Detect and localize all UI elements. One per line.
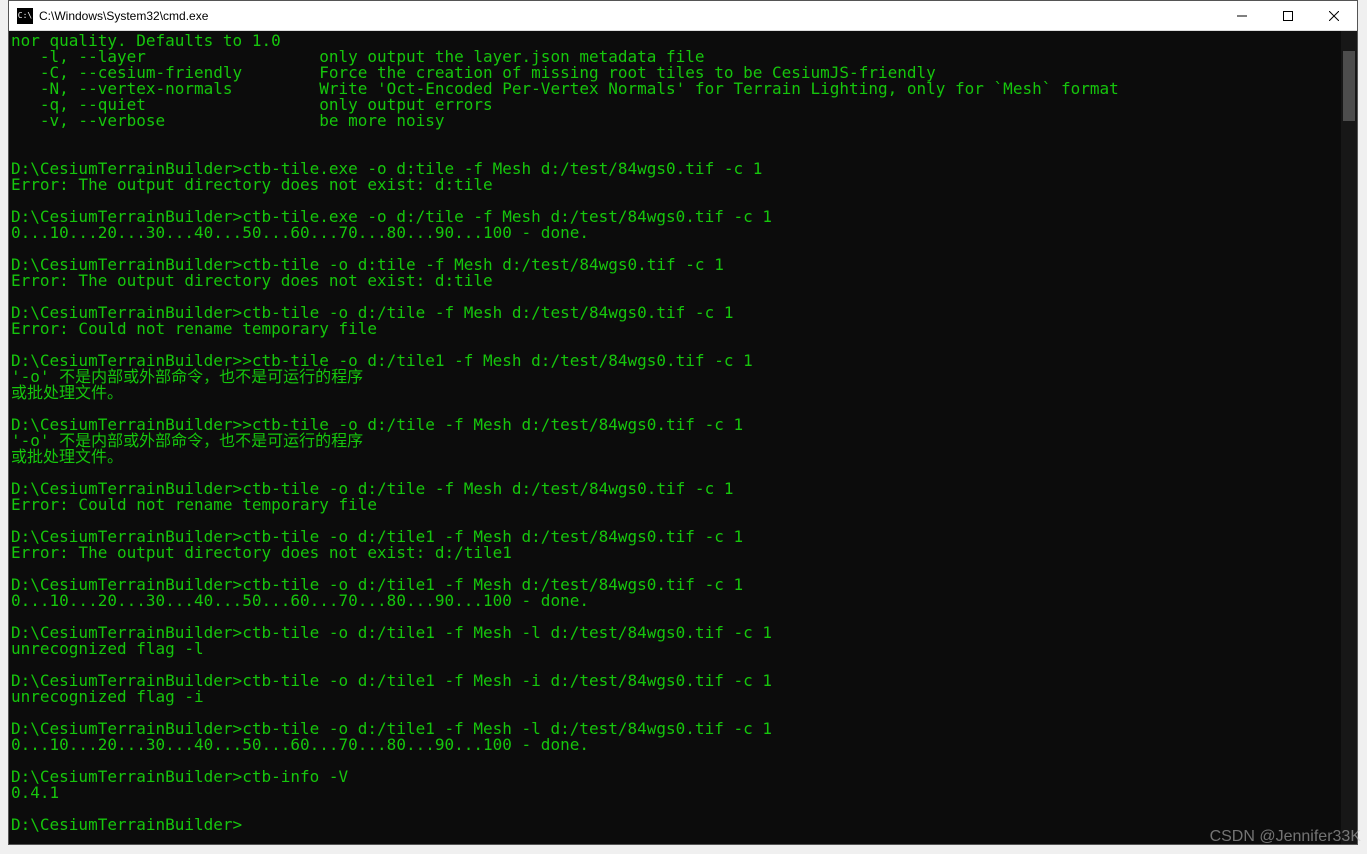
terminal-line: unrecognized flag -l [11, 641, 1341, 657]
terminal-line: '-o' 不是内部或外部命令，也不是可运行的程序 [11, 369, 1341, 385]
window-title: C:\Windows\System32\cmd.exe [39, 9, 1219, 23]
terminal-line: 0...10...20...30...40...50...60...70...8… [11, 593, 1341, 609]
terminal-line [11, 129, 1341, 145]
terminal-line: D:\CesiumTerrainBuilder>ctb-info -V [11, 769, 1341, 785]
terminal-line: Error: The output directory does not exi… [11, 545, 1341, 561]
cmd-window: C:\ C:\Windows\System32\cmd.exe nor qual… [8, 0, 1358, 845]
cmd-icon: C:\ [17, 8, 33, 24]
terminal-line: 0...10...20...30...40...50...60...70...8… [11, 225, 1341, 241]
window-controls [1219, 1, 1357, 30]
terminal-line: D:\CesiumTerrainBuilder>ctb-tile -o d:/t… [11, 625, 1341, 641]
terminal-line: Error: Could not rename temporary file [11, 321, 1341, 337]
close-button[interactable] [1311, 1, 1357, 30]
terminal-output[interactable]: nor quality. Defaults to 1.0 -l, --layer… [9, 31, 1341, 844]
scrollbar-thumb[interactable] [1343, 51, 1355, 121]
terminal-line: unrecognized flag -i [11, 689, 1341, 705]
terminal-line: D:\CesiumTerrainBuilder> [11, 817, 1341, 833]
terminal-line: Error: The output directory does not exi… [11, 273, 1341, 289]
terminal-line: 或批处理文件。 [11, 449, 1341, 465]
minimize-icon [1237, 11, 1247, 21]
titlebar[interactable]: C:\ C:\Windows\System32\cmd.exe [9, 1, 1357, 31]
terminal-line: '-o' 不是内部或外部命令，也不是可运行的程序 [11, 433, 1341, 449]
maximize-button[interactable] [1265, 1, 1311, 30]
maximize-icon [1283, 11, 1293, 21]
terminal-line: 或批处理文件。 [11, 385, 1341, 401]
terminal-line: D:\CesiumTerrainBuilder>ctb-tile -o d:/t… [11, 673, 1341, 689]
vertical-scrollbar[interactable] [1341, 31, 1357, 844]
terminal-line: Error: The output directory does not exi… [11, 177, 1341, 193]
terminal-line: -v, --verbose be more noisy [11, 113, 1341, 129]
minimize-button[interactable] [1219, 1, 1265, 30]
terminal-area[interactable]: nor quality. Defaults to 1.0 -l, --layer… [9, 31, 1357, 844]
terminal-line: 0...10...20...30...40...50...60...70...8… [11, 737, 1341, 753]
terminal-line: Error: Could not rename temporary file [11, 497, 1341, 513]
close-icon [1329, 11, 1339, 21]
terminal-line: 0.4.1 [11, 785, 1341, 801]
